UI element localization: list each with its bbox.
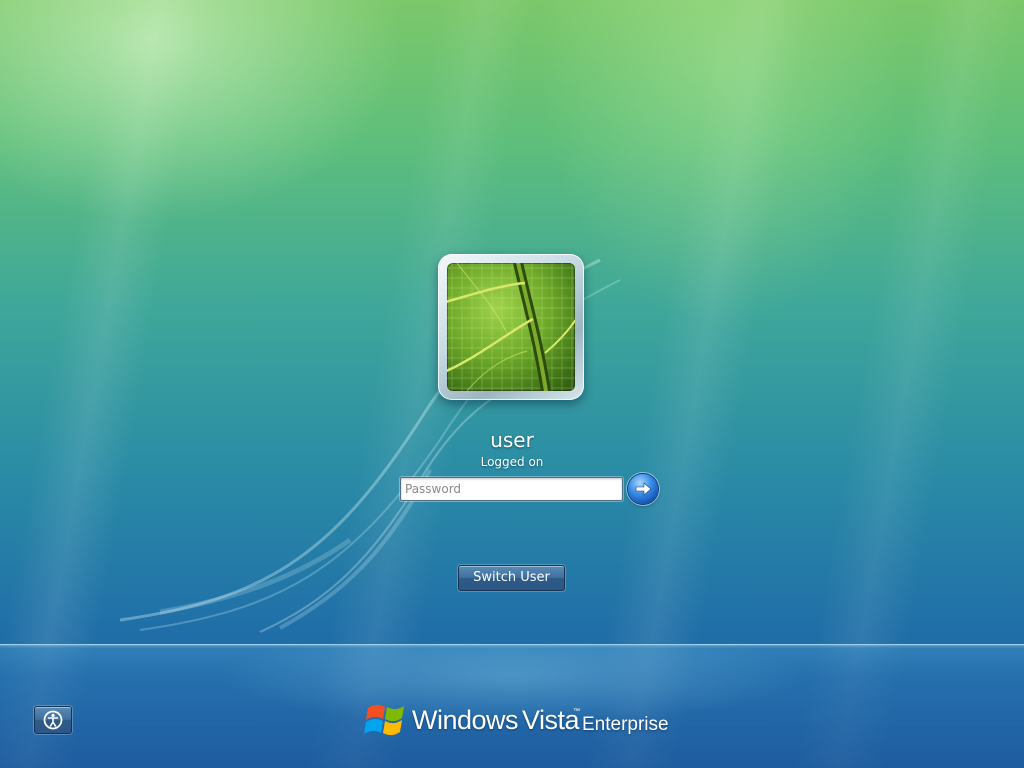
windows-flag-icon: [364, 704, 404, 736]
user-tile[interactable]: [438, 254, 584, 400]
brand-trademark: ™: [573, 708, 580, 715]
windows-branding: Windows Vista ™ Enterprise: [364, 696, 674, 742]
submit-arrow-button[interactable]: [628, 474, 658, 504]
logon-screen: user Logged on Switch User Windows Vista…: [0, 0, 1024, 768]
right-arrow-icon: [635, 482, 652, 496]
user-status: Logged on: [480, 455, 544, 469]
brand-windows-text: Windows: [412, 705, 519, 735]
switch-user-button[interactable]: Switch User: [458, 565, 565, 591]
leaf-picture: [447, 263, 575, 391]
user-name: user: [490, 428, 534, 452]
ease-of-access-button[interactable]: [34, 706, 72, 734]
brand-edition-text: Enterprise: [582, 714, 669, 735]
ease-of-access-icon: [43, 710, 63, 730]
brand-vista-text: Vista: [522, 705, 580, 735]
user-picture: [447, 263, 575, 391]
password-input[interactable]: [400, 477, 623, 501]
